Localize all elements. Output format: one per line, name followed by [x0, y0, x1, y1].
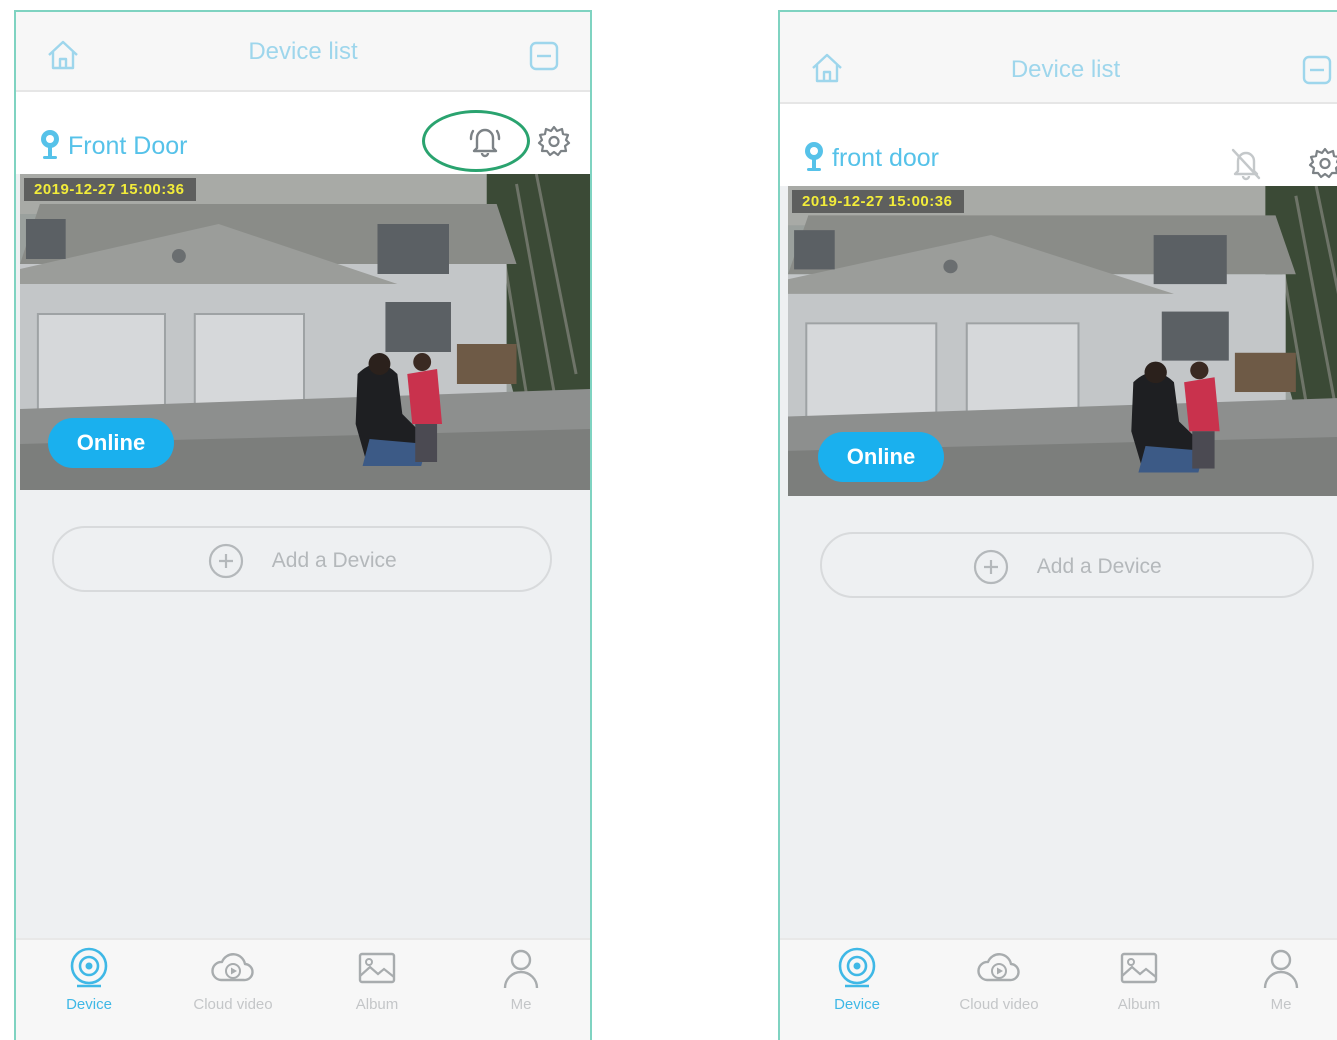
- app-header: Device list: [16, 12, 590, 92]
- menu-icon[interactable]: [528, 40, 560, 72]
- add-device-button[interactable]: Add a Device: [52, 526, 552, 592]
- tab-label: Cloud video: [193, 996, 273, 1013]
- tab-album[interactable]: Album: [1084, 946, 1194, 1013]
- camera-preview[interactable]: 2019-12-27 15:00:36 Online: [20, 174, 590, 490]
- tab-label: Cloud video: [959, 996, 1039, 1013]
- add-device-label: Add a Device: [271, 549, 397, 572]
- person-icon: [1263, 949, 1299, 989]
- camera-timestamp: 2019-12-27 15:00:36: [24, 178, 197, 201]
- plus-circle-icon: [209, 543, 244, 579]
- bottom-tab-bar: Device Cloud video Album Me: [16, 938, 590, 1040]
- cloud-play-icon: [211, 953, 254, 982]
- tab-label: Me: [510, 996, 532, 1013]
- device-row[interactable]: front door: [780, 104, 1337, 186]
- app-header: Device list: [780, 12, 1337, 104]
- device-name: Front Door: [68, 132, 188, 160]
- person-icon: [503, 949, 539, 989]
- status-badge: Online: [818, 432, 944, 482]
- phone-screen-left: Device list Front Door 2019-12-27 15:00:…: [14, 10, 592, 1040]
- gear-icon[interactable]: [536, 124, 572, 160]
- location-pin-icon: [805, 142, 823, 171]
- album-icon: [1120, 952, 1158, 984]
- album-icon: [358, 952, 396, 984]
- status-badge: Online: [48, 418, 174, 468]
- tab-label: Device: [834, 996, 880, 1013]
- tab-cloud-video[interactable]: Cloud video: [944, 946, 1054, 1013]
- add-device-label: Add a Device: [1036, 555, 1162, 578]
- camera-preview[interactable]: 2019-12-27 15:00:36 Online: [788, 186, 1337, 496]
- bottom-tab-bar: Device Cloud video Album Me: [780, 938, 1337, 1040]
- gear-icon[interactable]: [1307, 146, 1337, 182]
- page-title: Device list: [1010, 56, 1121, 83]
- tab-me[interactable]: Me: [466, 946, 576, 1013]
- camera-icon: [70, 947, 108, 988]
- phone-screen-right: Device list front door 2019-12-27 15:00:…: [778, 10, 1337, 1040]
- plus-circle-icon: [974, 549, 1009, 585]
- camera-icon: [838, 947, 876, 988]
- bell-off-icon[interactable]: [1229, 146, 1263, 182]
- device-row[interactable]: Front Door: [16, 92, 590, 174]
- tab-me[interactable]: Me: [1226, 946, 1336, 1013]
- page-title: Device list: [248, 38, 358, 65]
- add-device-button[interactable]: Add a Device: [820, 532, 1314, 598]
- tab-album[interactable]: Album: [322, 946, 432, 1013]
- device-name: front door: [832, 144, 940, 172]
- bell-icon[interactable]: [468, 123, 502, 159]
- location-pin-icon: [41, 130, 59, 159]
- tab-label: Album: [355, 996, 399, 1013]
- cloud-play-icon: [977, 953, 1020, 982]
- tab-device[interactable]: Device: [802, 946, 912, 1013]
- tab-label: Device: [66, 996, 112, 1013]
- tab-cloud-video[interactable]: Cloud video: [178, 946, 288, 1013]
- tab-label: Album: [1117, 996, 1161, 1013]
- tab-label: Me: [1270, 996, 1292, 1013]
- tab-device[interactable]: Device: [34, 946, 144, 1013]
- menu-icon[interactable]: [1301, 54, 1333, 86]
- camera-timestamp: 2019-12-27 15:00:36: [792, 190, 965, 213]
